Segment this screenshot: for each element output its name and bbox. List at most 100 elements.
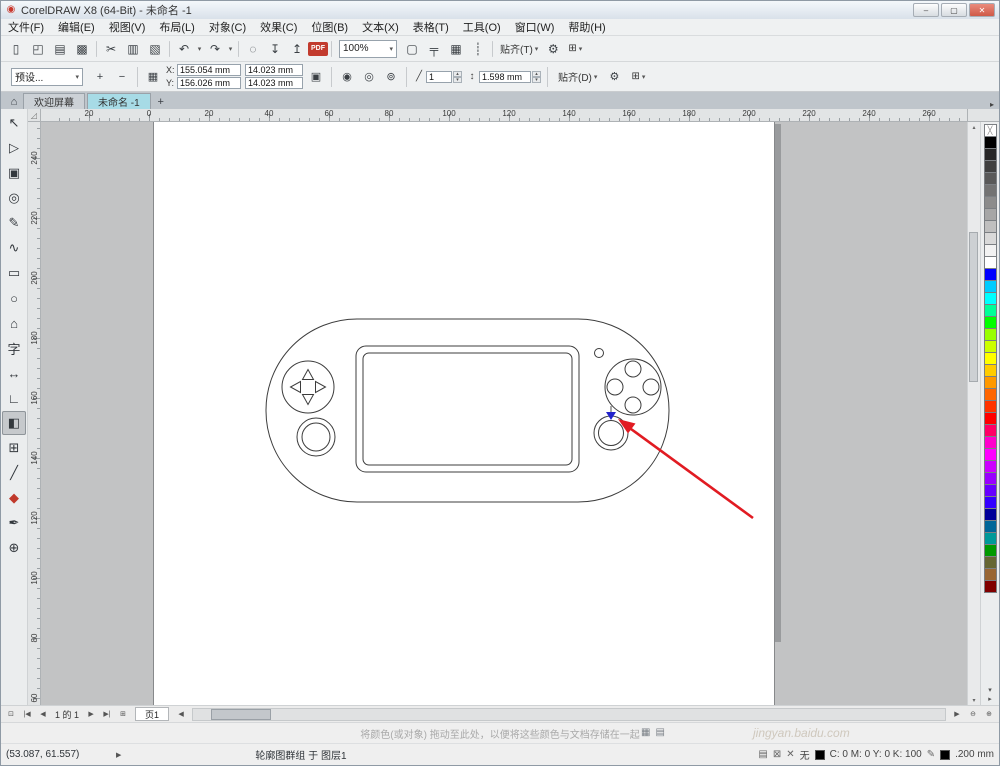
close-button[interactable]: ✕	[969, 3, 995, 17]
search-content-button[interactable]: ◌	[242, 38, 264, 60]
crop-tool[interactable]: ▣	[2, 161, 26, 185]
menu-item[interactable]: 文件(F)	[1, 19, 51, 35]
menu-item[interactable]: 帮助(H)	[561, 19, 612, 35]
export-button[interactable]: ↥	[286, 38, 308, 60]
artistic-media-tool[interactable]: ∿	[2, 236, 26, 260]
menu-item[interactable]: 文本(X)	[355, 19, 406, 35]
drawing-layer[interactable]	[41, 122, 967, 705]
separator[interactable]	[96, 41, 97, 57]
connector-tool[interactable]: ∟	[2, 386, 26, 410]
show-rulers-button[interactable]: ╤	[423, 38, 445, 60]
menu-item[interactable]: 位图(B)	[304, 19, 355, 35]
interactive-fill-tool[interactable]: ◧	[2, 411, 26, 435]
vertical-ruler[interactable]: 2402202001801601401201008060	[28, 122, 41, 705]
snap-menu-button[interactable]: 贴齐(D) ▾	[554, 66, 601, 88]
tab-scroll-right-icon[interactable]: ▸	[985, 100, 999, 109]
ellipse-tool[interactable]: ○	[2, 286, 26, 310]
copy-button[interactable]: ▥	[122, 38, 144, 60]
property-overflow-button[interactable]: ⊞ ▾	[627, 66, 649, 88]
cut-button[interactable]: ✂	[100, 38, 122, 60]
print-button[interactable]: ▩	[71, 38, 93, 60]
add-tools-button[interactable]: ⊕	[2, 536, 26, 560]
palette-scroll-down-icon[interactable]: ▾	[988, 686, 992, 694]
options-button[interactable]: ⚙	[542, 38, 564, 60]
hscroll-right-button[interactable]: ▶	[950, 708, 964, 721]
pick-tool[interactable]: ↖	[2, 111, 26, 135]
menu-item[interactable]: 编辑(E)	[51, 19, 102, 35]
separator[interactable]	[492, 41, 493, 57]
show-grid-button[interactable]: ▦	[445, 38, 467, 60]
object-origin-button[interactable]: ▦	[144, 67, 162, 87]
delete-preset-button[interactable]: −	[113, 67, 131, 87]
menu-item[interactable]: 布局(L)	[152, 19, 201, 35]
zoom-out-button[interactable]: ⊖	[966, 708, 980, 721]
home-icon[interactable]: ⌂	[5, 94, 23, 109]
chevron-down-icon[interactable]: ▾	[389, 45, 393, 53]
horizontal-ruler[interactable]: 2002040608010012014016018020022024026028…	[41, 109, 967, 121]
x-position-input[interactable]: 155.054 mm	[177, 64, 241, 76]
menu-item[interactable]: 表格(T)	[406, 19, 456, 35]
vertical-scrollbar[interactable]: ▴ ▾	[967, 122, 980, 705]
zoom-in-button[interactable]: ⊕	[982, 708, 996, 721]
application-launcher-button[interactable]: ⊞ ▾	[564, 38, 586, 60]
ruler-origin-button[interactable]: ◿	[28, 109, 41, 121]
parallel-dimension-tool[interactable]: ↔	[2, 361, 26, 385]
tab-welcome[interactable]: 欢迎屏幕	[23, 93, 85, 109]
scroll-up-icon[interactable]: ▴	[972, 122, 975, 132]
inside-contour-button[interactable]: ◎	[360, 67, 378, 87]
palette-library-icon[interactable]: ▦	[641, 727, 650, 738]
snap-dropdown-button[interactable]: 贴齐(T) ▾	[496, 38, 542, 60]
horizontal-scrollbar[interactable]	[192, 708, 946, 721]
palette-expand-icon[interactable]: ▸	[988, 695, 992, 703]
text-tool[interactable]: 字	[2, 336, 26, 360]
zoom-level-combo[interactable]: 100% ▾	[339, 40, 397, 58]
separator[interactable]	[169, 41, 170, 57]
fullscreen-preview-button[interactable]: ▢	[401, 38, 423, 60]
polygon-tool[interactable]: ⌂	[2, 311, 26, 335]
redo-button[interactable]: ↷	[204, 38, 226, 60]
spin-down-icon[interactable]: ▾	[453, 77, 462, 83]
undo-button[interactable]: ↶	[173, 38, 195, 60]
color-eyedropper-tool[interactable]: ╱	[2, 461, 26, 485]
page-tab[interactable]: 页1	[135, 707, 169, 721]
last-page-button[interactable]: ▶|	[100, 708, 114, 721]
menu-item[interactable]: 对象(C)	[202, 19, 253, 35]
open-button[interactable]: ◰	[27, 38, 49, 60]
separator[interactable]	[331, 41, 332, 57]
menu-item[interactable]: 视图(V)	[102, 19, 153, 35]
zoom-tool[interactable]: ◎	[2, 186, 26, 210]
page-navigator-button[interactable]: ⊡	[4, 708, 18, 721]
tab-untitled-1[interactable]: 未命名 -1	[87, 93, 151, 109]
prev-page-button[interactable]: ◀	[36, 708, 50, 721]
object-height-input[interactable]: 14.023 mm	[245, 77, 303, 89]
menu-item[interactable]: 工具(O)	[456, 19, 508, 35]
lock-ratio-button[interactable]: ▣	[307, 67, 325, 87]
new-document-button[interactable]: ▯	[5, 38, 27, 60]
import-button[interactable]: ↧	[264, 38, 286, 60]
menu-item[interactable]: 窗口(W)	[508, 19, 562, 35]
shape-tool[interactable]: ▷	[2, 136, 26, 160]
object-width-input[interactable]: 14.023 mm	[245, 64, 303, 76]
menu-item[interactable]: 效果(C)	[253, 19, 304, 35]
to-center-button[interactable]: ◉	[338, 67, 356, 87]
document-palette-icon[interactable]: ▤	[655, 727, 664, 738]
options-gear-button[interactable]: ⚙	[605, 67, 623, 87]
mesh-fill-tool[interactable]: ⊞	[2, 436, 26, 460]
paste-button[interactable]: ▧	[144, 38, 166, 60]
add-preset-button[interactable]: +	[91, 67, 109, 87]
show-guidelines-button[interactable]: ┊	[467, 38, 489, 60]
outside-contour-button[interactable]: ⊚	[382, 67, 400, 87]
undo-dropdown[interactable]: ▾	[195, 38, 204, 60]
separator[interactable]	[238, 41, 239, 57]
hscroll-left-button[interactable]: ◀	[174, 708, 188, 721]
rectangle-tool[interactable]: ▭	[2, 261, 26, 285]
first-page-button[interactable]: |◀	[20, 708, 34, 721]
maximize-button[interactable]: ▢	[941, 3, 967, 17]
next-page-button[interactable]: ▶	[84, 708, 98, 721]
outline-pen-tool[interactable]: ✒	[2, 511, 26, 535]
y-position-input[interactable]: 156.026 mm	[177, 77, 241, 89]
publish-pdf-button[interactable]: PDF	[308, 42, 328, 56]
preset-combo[interactable]: 预设... ▾	[11, 68, 83, 86]
freehand-tool[interactable]: ✎	[2, 211, 26, 235]
canvas[interactable]	[41, 122, 967, 705]
